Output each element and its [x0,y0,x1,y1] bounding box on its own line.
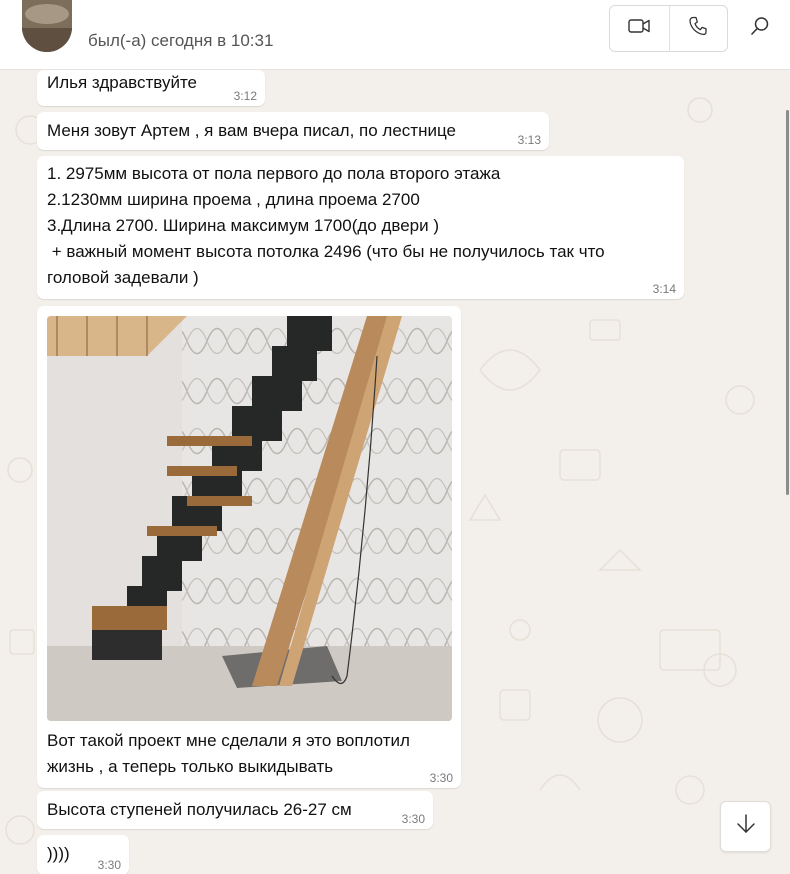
scroll-to-bottom-button[interactable] [720,801,771,852]
message-time: 3:30 [97,858,121,872]
voice-call-button[interactable] [668,6,728,51]
arrow-down-icon [735,813,757,840]
avatar[interactable] [22,0,72,52]
phone-icon [689,16,707,41]
scrollbar-thumb[interactable] [786,110,789,495]
video-call-button[interactable] [610,6,669,51]
last-seen-status: был(-а) сегодня в 10:31 [88,31,274,50]
photo-message-bubble[interactable]: Вот такой проект мне сделали я это вопло… [37,306,461,788]
search-icon [750,16,770,41]
message-time: 3:12 [233,89,257,103]
message-bubble[interactable]: Меня зовут Артем , я вам вчера писал, по… [37,112,549,150]
message-bubble[interactable]: 1. 2975мм высота от пола первого до пола… [37,156,684,299]
message-text: Меня зовут Артем , я вам вчера писал, по… [47,121,456,140]
staircase-photo[interactable] [47,316,452,721]
message-text: Высота ступеней получилась 26-27 см [47,800,352,819]
chat-header: был(-а) сегодня в 10:31 [0,0,790,70]
message-bubble[interactable]: Высота ступеней получилась 26-27 см 3:30 [37,791,433,829]
message-bubble[interactable]: Илья здравствуйте 3:12 [37,70,265,106]
photo-caption: Вот такой проект мне сделали я это вопло… [47,731,410,776]
call-button-group [609,5,728,52]
message-text: )))) [47,844,70,863]
message-text: 1. 2975мм высота от пола первого до пола… [47,164,605,287]
message-time: 3:30 [401,812,425,826]
message-text: Илья здравствуйте [47,73,198,92]
message-list[interactable]: Илья здравствуйте 3:12 Меня зовут Артем … [0,70,790,874]
message-time: 3:13 [517,133,541,147]
message-bubble[interactable]: )))) 3:30 [37,835,129,874]
message-time: 3:14 [652,282,676,296]
search-button[interactable] [744,12,776,44]
message-time: 3:30 [429,771,453,785]
video-camera-icon [628,18,650,39]
